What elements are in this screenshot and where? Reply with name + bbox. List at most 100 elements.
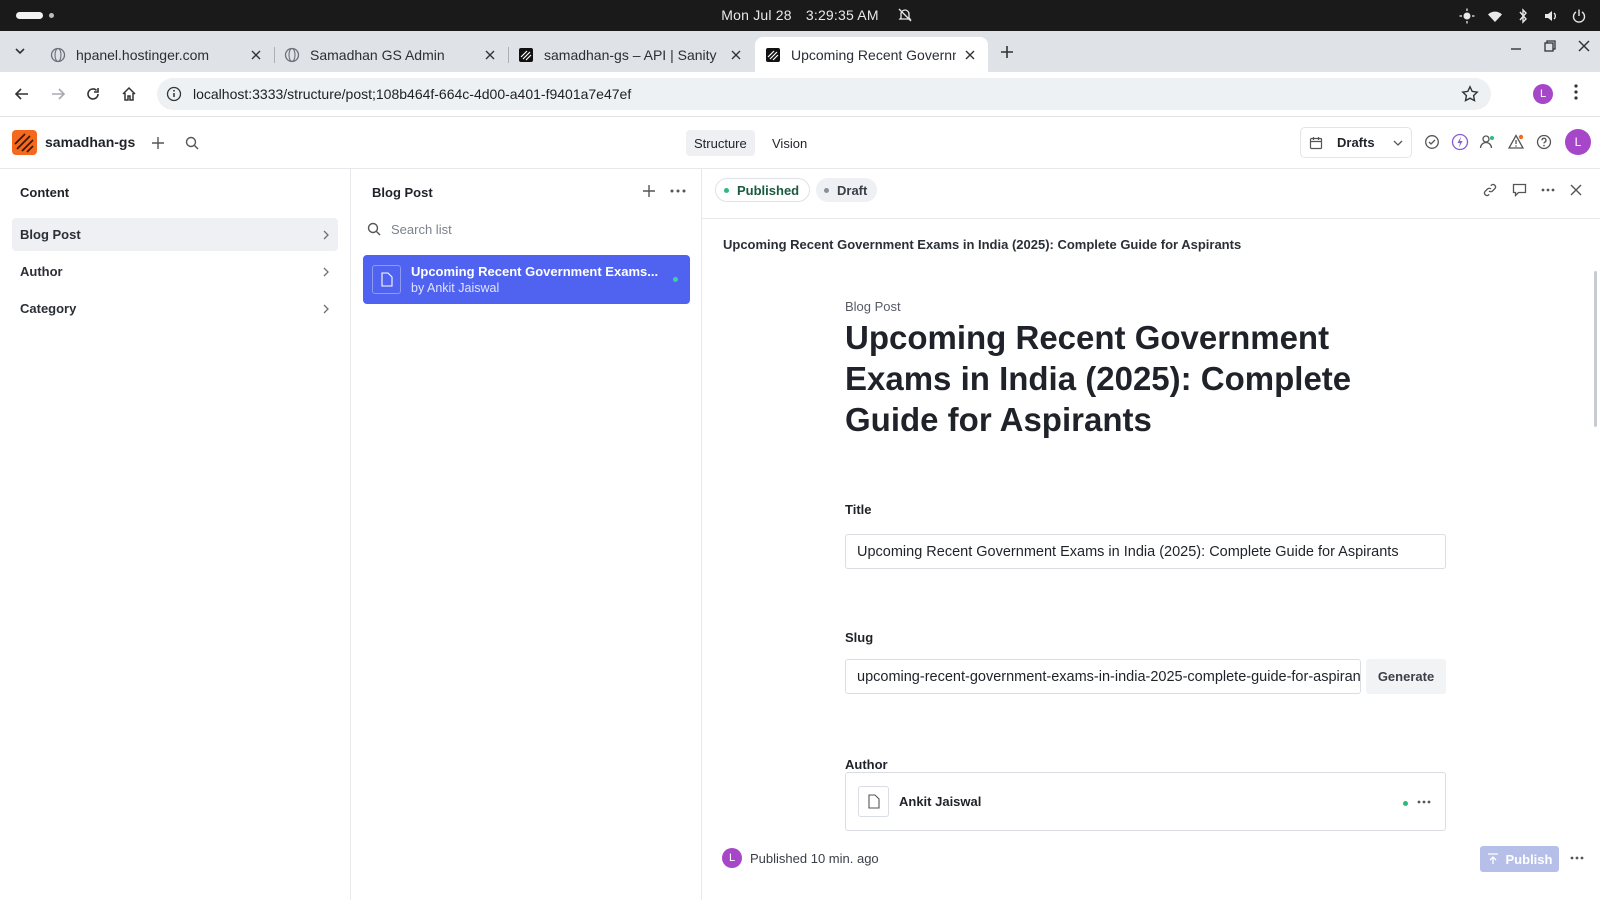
nav-item-blog-post[interactable]: Blog Post <box>12 218 338 251</box>
new-blog-post-button[interactable] <box>638 180 660 202</box>
comment-icon[interactable] <box>1509 180 1529 200</box>
browser-profile-avatar[interactable]: L <box>1533 84 1553 104</box>
nav-item-label: Blog Post <box>20 227 81 242</box>
bookmark-star-icon[interactable] <box>1461 85 1479 106</box>
home-button[interactable] <box>118 83 140 105</box>
document-status-bar: L Published 10 min. ago Publish <box>702 837 1600 881</box>
editor-header-divider <box>702 218 1600 219</box>
draft-label: Draft <box>837 182 868 198</box>
browser-menu-icon[interactable] <box>1574 84 1578 103</box>
nav-item-author[interactable]: Author <box>12 255 338 288</box>
project-logo[interactable] <box>12 130 37 155</box>
minimize-icon[interactable] <box>1510 40 1522 55</box>
document-heading: Upcoming Recent Government Exams in Indi… <box>845 319 1352 438</box>
site-info-icon[interactable] <box>166 86 182 105</box>
last-editor-avatar: L <box>722 848 742 868</box>
os-clock[interactable]: Mon Jul 28 3:29:35 AM <box>0 7 1600 23</box>
published-badge[interactable]: Published <box>715 178 811 202</box>
search-placeholder: Search list <box>391 221 452 237</box>
author-field-label: Author <box>845 757 888 772</box>
link-icon[interactable] <box>1480 180 1500 200</box>
global-search-button[interactable] <box>181 132 203 154</box>
draft-badge[interactable]: Draft <box>816 178 878 202</box>
publish-label: Publish <box>1505 851 1553 867</box>
list-pane-title: Blog Post <box>372 185 433 200</box>
arrow-left-icon <box>14 88 28 100</box>
document-title: Upcoming Recent Government Exams... <box>411 264 659 279</box>
browser-tab-active-post[interactable]: Upcoming Recent Government Exams <box>755 37 988 72</box>
tool-vision[interactable]: Vision <box>764 130 815 156</box>
arrow-right-icon <box>52 88 66 100</box>
published-status-dot <box>673 277 678 282</box>
close-tab-icon[interactable] <box>962 47 978 63</box>
nav-item-category[interactable]: Category <box>12 292 338 325</box>
more-horizontal-icon[interactable] <box>1417 792 1431 807</box>
home-icon <box>122 86 136 101</box>
reload-button[interactable] <box>82 83 104 105</box>
list-search[interactable]: Search list <box>367 217 687 241</box>
browser-tab-sanity-api[interactable]: samadhan-gs – API | Sanity <box>508 37 754 72</box>
wifi-icon <box>1486 7 1504 25</box>
status-dot <box>824 187 829 193</box>
editor-scrollbar[interactable] <box>1594 271 1597 427</box>
publish-status: Published <box>750 851 808 866</box>
globe-icon <box>50 47 66 63</box>
tasks-check-icon[interactable] <box>1421 131 1443 153</box>
close-tab-icon[interactable] <box>482 47 498 63</box>
close-window-icon[interactable] <box>1578 40 1590 55</box>
new-tab-button[interactable] <box>995 40 1019 64</box>
bluetooth-icon <box>1514 7 1532 25</box>
perspective-selector[interactable]: Drafts <box>1300 127 1412 158</box>
notifications-muted-icon[interactable] <box>897 7 913 26</box>
user-avatar[interactable]: L <box>1565 129 1591 155</box>
author-reference-field[interactable]: Ankit Jaiswal <box>845 772 1446 831</box>
forward-button[interactable] <box>47 83 69 105</box>
back-button[interactable] <box>11 83 33 105</box>
plus-icon <box>152 137 164 149</box>
content-pane-title: Content <box>20 185 70 200</box>
system-tray[interactable] <box>1458 7 1588 25</box>
browser-tab-hpanel[interactable]: hpanel.hostinger.com <box>40 37 275 72</box>
presence-users-icon[interactable] <box>1477 131 1499 153</box>
help-icon[interactable] <box>1533 131 1555 153</box>
tab-search-button[interactable] <box>8 39 32 63</box>
project-name[interactable]: samadhan-gs <box>45 134 135 150</box>
list-pane-menu-button[interactable] <box>667 180 689 202</box>
nav-item-label: Category <box>20 301 77 316</box>
close-pane-icon[interactable] <box>1566 180 1586 200</box>
tool-structure[interactable]: Structure <box>686 130 755 156</box>
volume-icon <box>1542 7 1560 25</box>
browser-tab-samadhan-admin[interactable]: Samadhan GS Admin <box>274 37 509 72</box>
title-input[interactable]: Upcoming Recent Government Exams in Indi… <box>845 534 1446 569</box>
close-tab-icon[interactable] <box>248 47 264 63</box>
restore-icon[interactable] <box>1544 40 1556 55</box>
more-horizontal-icon[interactable] <box>1570 848 1584 863</box>
tab-title: hpanel.hostinger.com <box>76 46 210 63</box>
more-horizontal-icon[interactable] <box>1538 180 1558 200</box>
brightness-icon <box>1458 7 1476 25</box>
generate-slug-button[interactable]: Generate <box>1366 659 1446 694</box>
os-top-bar: Mon Jul 28 3:29:35 AM <box>0 0 1600 31</box>
content-pane: Content Blog Post Author Category <box>0 169 351 900</box>
create-document-button[interactable] <box>147 132 169 154</box>
publish-button[interactable]: Publish <box>1480 846 1559 872</box>
chevron-down-icon <box>15 48 25 55</box>
document-list-item[interactable]: Upcoming Recent Government Exams... by A… <box>363 255 690 304</box>
power-icon <box>1570 7 1588 25</box>
calendar-icon <box>1309 136 1323 149</box>
close-tab-icon[interactable] <box>728 47 744 63</box>
publish-status-text[interactable]: Published 10 min. ago <box>750 851 879 866</box>
document-list-pane: Blog Post Search list Upcoming Recent Go… <box>351 169 702 900</box>
slug-field-label: Slug <box>845 630 874 645</box>
ai-assist-icon[interactable] <box>1449 131 1471 153</box>
published-status-dot <box>1403 801 1408 806</box>
address-bar[interactable]: localhost:3333/structure/post;108b464f-6… <box>157 78 1491 110</box>
reload-icon <box>87 88 99 100</box>
author-name: Ankit Jaiswal <box>899 794 982 809</box>
document-icon <box>372 265 401 294</box>
url-text[interactable]: localhost:3333/structure/post;108b464f-6… <box>193 86 631 102</box>
tab-title: Upcoming Recent Government Exams <box>791 46 956 63</box>
slug-input[interactable]: upcoming-recent-government-exams-in-indi… <box>845 659 1361 694</box>
alert-icon[interactable] <box>1505 131 1527 153</box>
plus-icon <box>1001 46 1013 58</box>
